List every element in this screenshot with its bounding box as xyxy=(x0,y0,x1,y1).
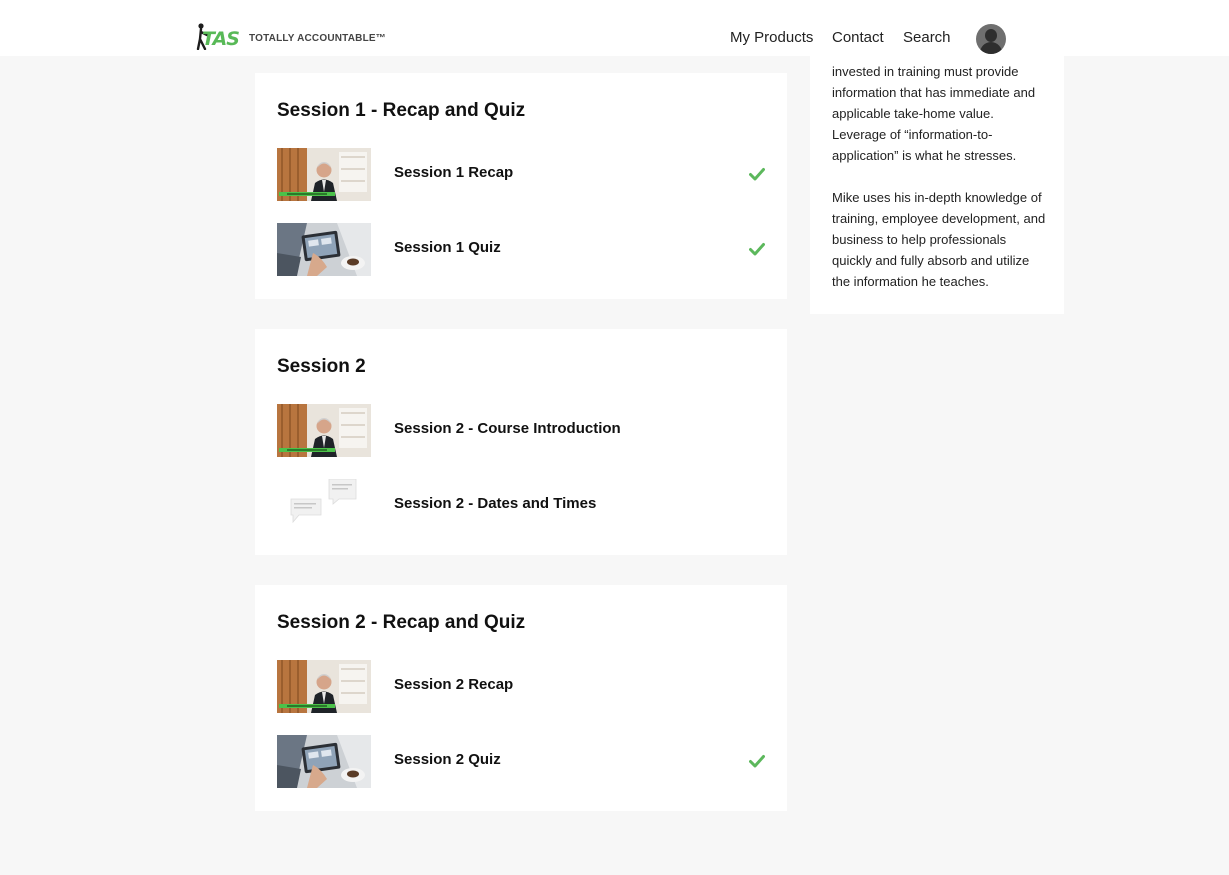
brand-logo[interactable]: TAS TOTALLY ACCOUNTABLE™ xyxy=(196,22,386,52)
speech-bubbles-thumbnail xyxy=(277,479,371,532)
section-card-3: Session 2 - Recap and Quiz Session 2 Rec… xyxy=(255,585,787,811)
section-card-1: Session 1 - Recap and Quiz Session 1 Rec… xyxy=(255,73,787,299)
logo-wordmark: TOTALLY ACCOUNTABLE™ xyxy=(249,32,386,44)
presenter-video-thumbnail xyxy=(277,660,371,713)
lesson-title[interactable]: Session 1 Recap xyxy=(394,164,513,181)
lesson-title[interactable]: Session 2 Recap xyxy=(394,676,513,693)
lesson-title[interactable]: Session 1 Quiz xyxy=(394,239,501,256)
bio-paragraph: Mike uses his in-depth knowledge of trai… xyxy=(832,190,1046,289)
lesson-item[interactable]: Session 2 Quiz xyxy=(277,735,765,788)
tas-logo-mark: TAS xyxy=(196,22,246,52)
user-avatar[interactable] xyxy=(976,24,1006,54)
lesson-title[interactable]: Session 2 Quiz xyxy=(394,751,501,768)
nav-contact[interactable]: Contact xyxy=(832,29,884,46)
completed-check-icon xyxy=(749,166,765,182)
nav-my-products[interactable]: My Products xyxy=(730,29,813,46)
lesson-title[interactable]: Session 2 - Course Introduction xyxy=(394,420,621,437)
presenter-video-thumbnail xyxy=(277,148,371,201)
lesson-item[interactable]: Session 1 Recap xyxy=(277,148,765,201)
logo-mark-text: TAS xyxy=(202,28,240,50)
lesson-item[interactable]: Session 1 Quiz xyxy=(277,223,765,276)
lesson-item[interactable]: Session 2 - Dates and Times xyxy=(277,479,765,532)
site-header: TAS TOTALLY ACCOUNTABLE™ My Products Con… xyxy=(0,0,1229,56)
tablet-quiz-thumbnail xyxy=(277,223,371,276)
section-title: Session 1 - Recap and Quiz xyxy=(277,100,526,121)
tablet-quiz-thumbnail xyxy=(277,735,371,788)
section-card-2: Session 2 Session 2 - Course Introductio… xyxy=(255,329,787,555)
lesson-title[interactable]: Session 2 - Dates and Times xyxy=(394,495,596,512)
section-title: Session 2 - Recap and Quiz xyxy=(277,612,526,633)
nav-search[interactable]: Search xyxy=(903,29,951,46)
bio-paragraph: invested in training must provide inform… xyxy=(832,64,1036,163)
completed-check-icon xyxy=(749,753,765,769)
lesson-item[interactable]: Session 2 Recap xyxy=(277,660,765,713)
avatar-head-shape xyxy=(985,29,997,42)
avatar-shoulders-shape xyxy=(980,42,1002,54)
presenter-video-thumbnail xyxy=(277,404,371,457)
completed-check-icon xyxy=(749,241,765,257)
lesson-item[interactable]: Session 2 - Course Introduction xyxy=(277,404,765,457)
section-title: Session 2 xyxy=(277,356,366,377)
